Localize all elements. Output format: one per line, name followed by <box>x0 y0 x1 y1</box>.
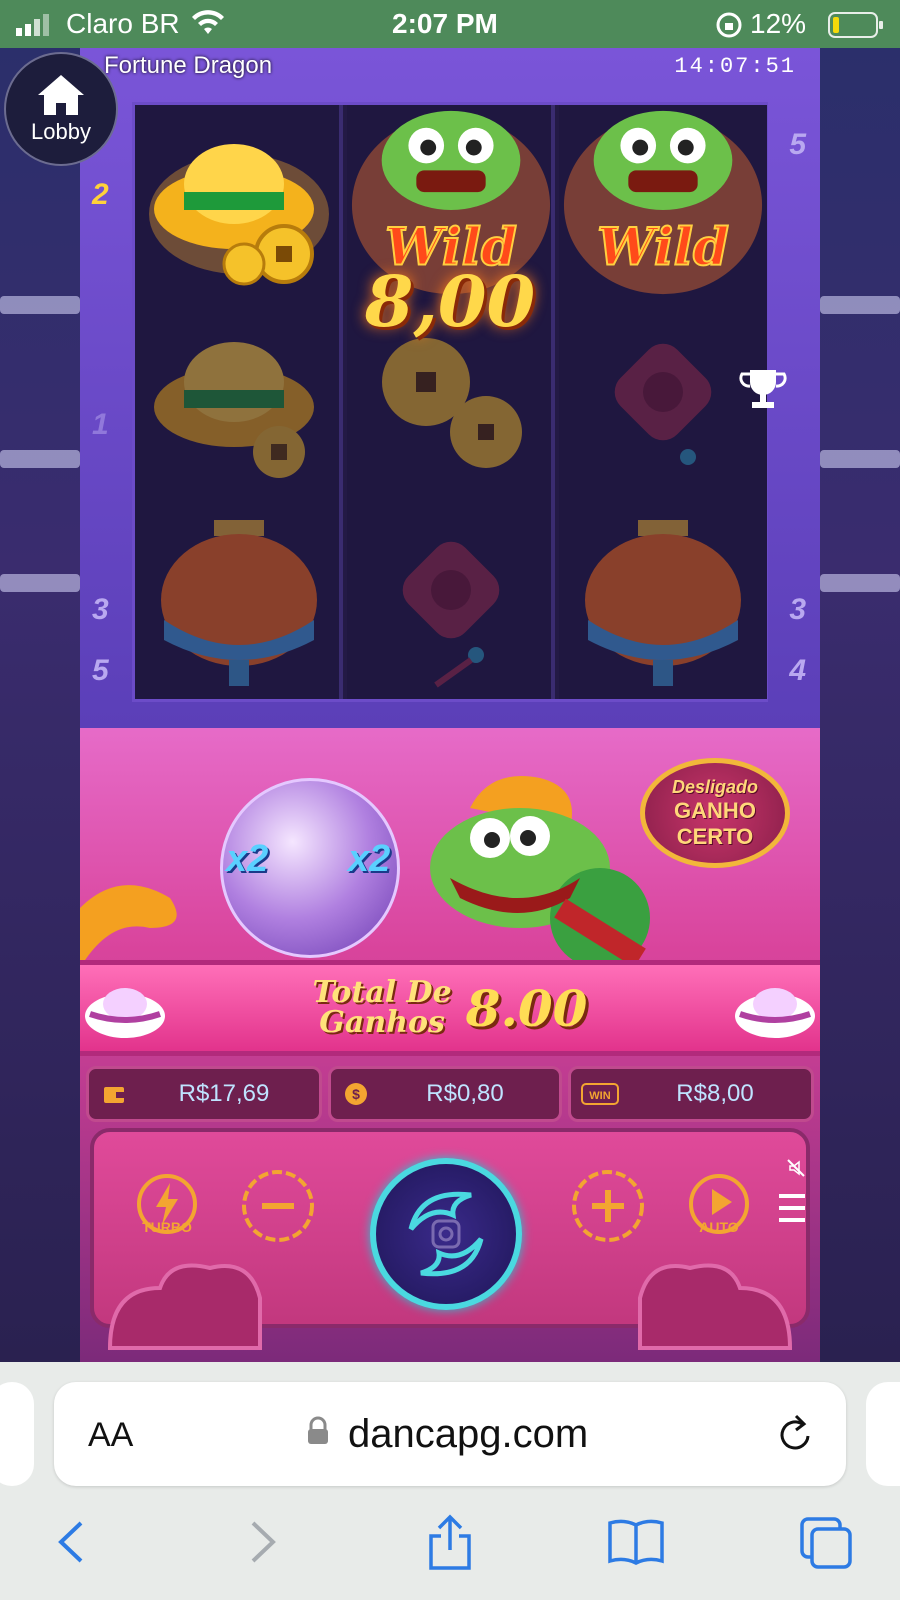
back-button[interactable] <box>40 1512 100 1572</box>
dragon-tail-decoration <box>80 868 190 973</box>
lantern-symbol <box>135 501 343 699</box>
hamburger-icon <box>779 1194 805 1222</box>
ingot-decoration-left <box>80 976 170 1051</box>
cloud-decoration-left <box>100 1248 280 1362</box>
slot-game[interactable]: Fortune Dragon 14:07:51 2 1 3 5 5 3 4 Wi… <box>80 48 820 1362</box>
home-icon <box>38 75 84 115</box>
share-icon <box>429 1514 471 1570</box>
ingot-decoration-right <box>730 976 820 1051</box>
ganho-certo-label: GANHO <box>674 797 756 823</box>
wild-dragon-symbol: Wild <box>559 105 767 303</box>
win-value: R$8,00 <box>676 1080 754 1107</box>
svg-text:$: $ <box>352 1086 360 1102</box>
share-button[interactable] <box>420 1512 480 1572</box>
lobby-button[interactable]: Lobby <box>4 52 118 166</box>
turbo-label: TURBO <box>142 1219 192 1235</box>
reel-grid: Wild Wild <box>132 102 768 702</box>
knot-symbol <box>347 501 555 699</box>
auto-label: AUTO <box>699 1219 739 1235</box>
battery-icon <box>828 12 884 43</box>
total-winnings-label: Total De Ganhos <box>313 978 452 1038</box>
text-size-button[interactable]: AA <box>88 1416 133 1455</box>
game-title: Fortune Dragon <box>104 52 273 79</box>
auto-spin-button[interactable]: AUTO <box>684 1164 754 1244</box>
total-winnings-label-line1: Total De <box>312 975 452 1010</box>
turbo-button[interactable]: TURBO <box>132 1164 202 1244</box>
reel-column: Wild <box>347 105 555 699</box>
address-bar[interactable]: AA dancapg.com <box>54 1382 846 1486</box>
reel-column: Wild <box>559 105 767 699</box>
lobby-label: Lobby <box>31 119 91 144</box>
line-number: 3 <box>92 593 109 626</box>
ganho-certo-state: Desligado <box>671 776 759 797</box>
line-number: 5 <box>789 128 806 161</box>
chevron-right-icon <box>251 1521 276 1563</box>
total-winnings-label-line2: Ganhos <box>319 1005 445 1040</box>
ganho-certo-toggle[interactable]: Desligado GANHO CERTO <box>640 758 790 868</box>
ganho-certo-label: CERTO <box>676 823 754 849</box>
win-display: WIN R$8,00 <box>568 1066 814 1122</box>
balance-display: R$17,69 <box>86 1066 322 1122</box>
signal-icon <box>16 14 62 41</box>
multiplier-right: x2 <box>348 838 391 880</box>
total-winnings-banner: Total De Ganhos 8.00 <box>80 960 820 1056</box>
bookmarks-button[interactable] <box>606 1512 666 1572</box>
win-amount-overlay: 8,00 <box>364 260 536 343</box>
line-number: 5 <box>92 654 109 687</box>
trophy-icon[interactable] <box>738 366 788 417</box>
gold-ingot-symbol <box>135 303 343 501</box>
menu-button[interactable] <box>772 1188 812 1228</box>
forward-button[interactable] <box>234 1512 294 1572</box>
lock-icon <box>306 1416 330 1451</box>
next-tab-preview[interactable] <box>866 1382 900 1486</box>
book-icon <box>608 1519 664 1565</box>
chevron-left-icon <box>58 1521 83 1563</box>
status-bar: Claro BR 2:07 PM 12% <box>0 0 900 48</box>
rotation-lock-icon <box>716 12 742 43</box>
increase-bet-button[interactable] <box>570 1168 646 1244</box>
win-icon: WIN <box>581 1081 619 1107</box>
battery-percent: 12% <box>750 8 807 39</box>
status-time: 2:07 PM <box>392 8 498 39</box>
coin-bet-icon: $ <box>341 1081 371 1107</box>
tabs-icon <box>800 1517 852 1569</box>
spin-button[interactable] <box>370 1158 522 1310</box>
knot-symbol <box>559 303 767 501</box>
win-icon-text: WIN <box>589 1090 610 1102</box>
multiplier-left: x2 <box>226 838 269 880</box>
line-number: 4 <box>789 654 806 687</box>
spin-controls: TURBO AUTO <box>80 1128 820 1362</box>
balance-value: R$17,69 <box>178 1080 270 1107</box>
url-text[interactable]: dancapg.com <box>348 1412 588 1457</box>
spin-icon <box>408 1191 484 1277</box>
line-number: 1 <box>92 408 109 441</box>
previous-tab-preview[interactable] <box>0 1382 34 1486</box>
wallet-icon <box>99 1081 129 1107</box>
bet-value: R$0,80 <box>426 1080 504 1107</box>
wifi-icon <box>190 10 226 41</box>
line-number: 3 <box>789 593 806 626</box>
gold-ingot-symbol <box>135 105 343 303</box>
wild-label: Wild <box>597 217 729 277</box>
plus-icon <box>572 1170 644 1242</box>
sound-muted-icon[interactable] <box>786 1158 806 1183</box>
reel-column <box>135 105 343 699</box>
control-panel: x2 x2 Desligado GANHO CERTO Total De Gan… <box>80 728 820 1362</box>
carrier-label: Claro BR <box>66 8 180 39</box>
lantern-symbol <box>559 501 767 699</box>
bet-display[interactable]: $ R$0,80 <box>328 1066 562 1122</box>
line-number: 2 <box>92 178 109 211</box>
decrease-bet-button[interactable] <box>240 1168 316 1244</box>
cloud-decoration-right <box>620 1248 800 1362</box>
reload-icon[interactable] <box>776 1412 816 1459</box>
dragon-mascot <box>410 768 650 973</box>
game-clock: 14:07:51 <box>674 54 796 79</box>
tabs-button[interactable] <box>796 1512 856 1572</box>
minus-icon <box>242 1170 314 1242</box>
total-winnings-value: 8.00 <box>465 978 588 1038</box>
